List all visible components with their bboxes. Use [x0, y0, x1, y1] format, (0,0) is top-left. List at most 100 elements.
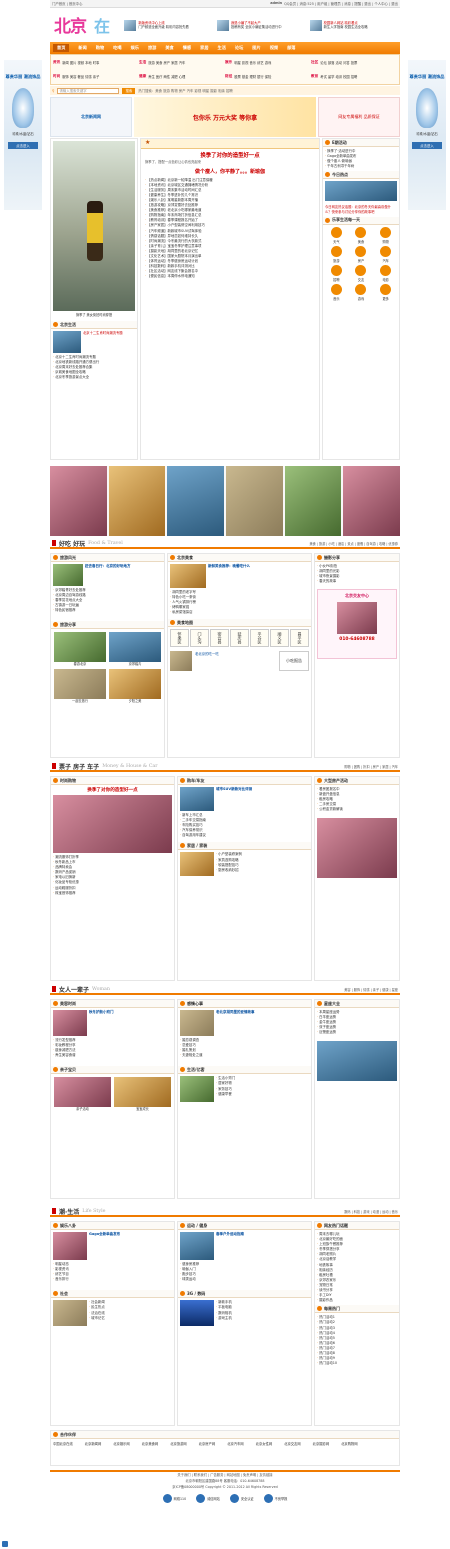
strip-photo[interactable] [226, 466, 283, 536]
partner-link[interactable]: 北京汽车网 [227, 1441, 243, 1446]
subnav-links[interactable]: 旅游 美食 房产 家居 汽车 [148, 60, 185, 65]
share-item[interactable]: 春游北京 [54, 632, 106, 666]
user-links[interactable]: QQ会员 | 消息:525 | 用户组 | 管理员 | 消息 | 提醒 | 退出… [284, 1, 398, 6]
focus-thumb[interactable] [53, 331, 81, 353]
nav-item[interactable]: 新闻 [78, 45, 86, 51]
hot-topic-item[interactable]: 摄影作品 [317, 1298, 397, 1303]
section-links[interactable]: 购物 | 团购 | 折扣 | 房产 | 家居 | 汽车 [344, 764, 398, 769]
strip-photo[interactable] [50, 466, 107, 536]
food2-bottom-title[interactable]: 老北京的吃一吃 [195, 651, 276, 671]
fun-icon-item[interactable]: 购物 [374, 226, 397, 244]
subnav-category[interactable]: 时尚 [53, 74, 60, 79]
car-item[interactable]: 自驾游用车建议 [180, 833, 309, 838]
ent-thumb[interactable] [53, 1232, 87, 1260]
ent-title[interactable]: Gaga全新单曲发布 [89, 1232, 172, 1260]
nav-item[interactable]: 首页 [53, 44, 70, 52]
banner-left[interactable]: 北京新闻网 [50, 97, 132, 137]
society-item[interactable]: 城市记忆 [89, 1316, 172, 1321]
horoscope-item[interactable]: 巨蟹座运势 [317, 1030, 397, 1035]
strip-photo[interactable] [284, 466, 342, 536]
hot-search[interactable]: 热门搜索：美食 旅游 购物 房产 汽车 影视 明星 摄影 相亲 招聘 [138, 88, 232, 93]
food-item[interactable]: 特色民宿推荐 [53, 608, 162, 613]
property-item[interactable]: 公积金贷款解读 [317, 807, 397, 812]
subnav-category[interactable]: 娱乐 [225, 60, 232, 65]
nav-item[interactable]: 论坛 [235, 45, 243, 51]
side-ad-button[interactable]: 点击进入 [8, 142, 38, 149]
horoscope-ad[interactable] [317, 1041, 397, 1082]
strip-photo[interactable] [108, 466, 166, 536]
subnav-links[interactable]: 养生 医疗 两性 减肥 心理 [148, 74, 185, 79]
dating-ad[interactable]: 北京交友中心 010-64608788 [317, 589, 397, 660]
footer-badge[interactable]: 安全认证 [229, 1494, 254, 1503]
search-button[interactable]: 搜索 [122, 87, 136, 94]
partner-link[interactable]: 北京房产网 [199, 1441, 215, 1446]
food2-bottom-badge[interactable]: 小吃报告 [279, 651, 309, 672]
side-ad-button[interactable]: 点击进入 [412, 142, 442, 149]
fun-icon-item[interactable]: 更多 [374, 283, 397, 301]
food-title[interactable]: 赶去春日行：北京的好玩地方 [85, 564, 162, 586]
subnav-links[interactable]: 考试 留学 培训 校园 招聘 [320, 74, 357, 79]
subnav-category[interactable]: 健康 [139, 74, 146, 79]
subnav-links[interactable]: 服饰 美容 奢品 情感 亲子 [62, 74, 99, 79]
section-links[interactable]: 数码 | 科技 | 游戏 | 动漫 | 运动 | 音乐 [344, 1209, 398, 1214]
photo-share-item[interactable]: 春天的故事 [317, 579, 397, 584]
float-button[interactable] [2, 1541, 8, 1547]
headline-item[interactable]: 【便民信息】本周停水停电通知 [145, 274, 315, 279]
ent-item[interactable]: 音乐排行 [53, 1277, 172, 1282]
sports-thumb[interactable] [180, 1232, 214, 1260]
share-item[interactable]: 夕阳之美 [109, 669, 161, 703]
nav-item[interactable]: 部落 [287, 45, 295, 51]
fun-icon-item[interactable]: 旅游 [325, 245, 348, 263]
sports-item[interactable]: 球类运动 [180, 1277, 309, 1282]
strip-photo[interactable] [167, 466, 225, 536]
partner-link[interactable]: 北京交友网 [284, 1441, 300, 1446]
subnav-links[interactable]: 论坛 部落 活动 问答 投票 [320, 60, 357, 65]
nav-item[interactable]: 生活 [218, 45, 226, 51]
username[interactable]: admin [270, 1, 282, 6]
subnav-category[interactable]: 社区 [311, 60, 318, 65]
digital-item[interactable]: 游戏主机 [216, 1316, 309, 1321]
kids-photo[interactable] [114, 1077, 171, 1108]
footer-badge[interactable]: 网络110 [162, 1494, 186, 1503]
today-image[interactable] [325, 181, 397, 202]
section-links[interactable]: 美食 | 旅游 | 小吃 | 酒店 | 景点 | 度假 | 自驾游 | 攻略 |… [309, 541, 398, 546]
partner-link[interactable]: 北京美食网 [142, 1441, 158, 1446]
headline-title[interactable]: 换季了对你的造型好一点 [141, 151, 319, 159]
strip-photo[interactable] [343, 466, 401, 536]
food2-title[interactable]: 新鲜美食推荐：晚餐吃什么 [208, 564, 309, 588]
nav-item[interactable]: 吃喝 [113, 45, 121, 51]
headline-title-2[interactable]: 做个瘦人，你平静了。。。新瑜伽 [141, 168, 319, 175]
partner-link[interactable]: 北京购物网 [341, 1441, 357, 1446]
activity-item[interactable]: 千年古刹寻千年树 [325, 164, 397, 169]
subnav-category[interactable]: 教育 [311, 74, 318, 79]
fun-icon-item[interactable]: 游戏 [350, 283, 373, 301]
partner-link[interactable]: 北京摄影网 [313, 1441, 329, 1446]
subnav-links[interactable]: 明星 影视 音乐 综艺 游戏 [234, 60, 271, 65]
nav-item[interactable]: 家居 [200, 45, 208, 51]
subnav-category[interactable]: 生活 [139, 60, 146, 65]
food-map-district[interactable]: 昌平区 [290, 629, 309, 648]
top-left-links[interactable]: 门户首页 | 首页中心 [52, 1, 82, 6]
food2-item[interactable]: 私房菜馆探店 [170, 610, 309, 615]
food2-thumb[interactable] [170, 564, 206, 588]
focus-caption[interactable]: 换季了 美女街拍时尚穿搭 [51, 313, 137, 317]
banner-middle[interactable]: 包你乐 万元大奖 等你拿 [134, 97, 316, 137]
fun-icon-item[interactable]: 电影 [374, 264, 397, 282]
nav-item[interactable]: 图片 [252, 45, 260, 51]
left-side-ad[interactable]: 尊贵华丽 潮流饰品 珍珠/水晶/钻石 点击进入 [4, 60, 42, 210]
fun-icon-item[interactable]: 汽车 [374, 245, 397, 263]
banner-right[interactable]: 网友专属福利 品质保证 [318, 97, 400, 137]
search-input[interactable]: 请输入搜索关键字 [57, 87, 120, 94]
food-map-district[interactable]: 怀柔区 [170, 629, 189, 648]
partner-link[interactable]: 北京女性网 [256, 1441, 272, 1446]
love-title[interactable]: 老北京胡同里的爱情故事 [216, 1010, 309, 1036]
subnav-category[interactable]: 财经 [225, 74, 232, 79]
food-thumb[interactable] [53, 564, 83, 586]
fun-icon-item[interactable]: 美食 [350, 226, 373, 244]
home-item[interactable]: 厨房收纳妙招 [216, 868, 309, 873]
kids-caption[interactable]: 宝宝成长 [114, 1107, 171, 1111]
focus-image[interactable] [53, 141, 135, 311]
car-title[interactable]: 城市SUV新款对比评测 [216, 787, 309, 811]
partner-link[interactable]: 北京新闻网 [85, 1441, 101, 1446]
subnav-links[interactable]: 股票 基金 理财 银行 保险 [234, 74, 271, 79]
